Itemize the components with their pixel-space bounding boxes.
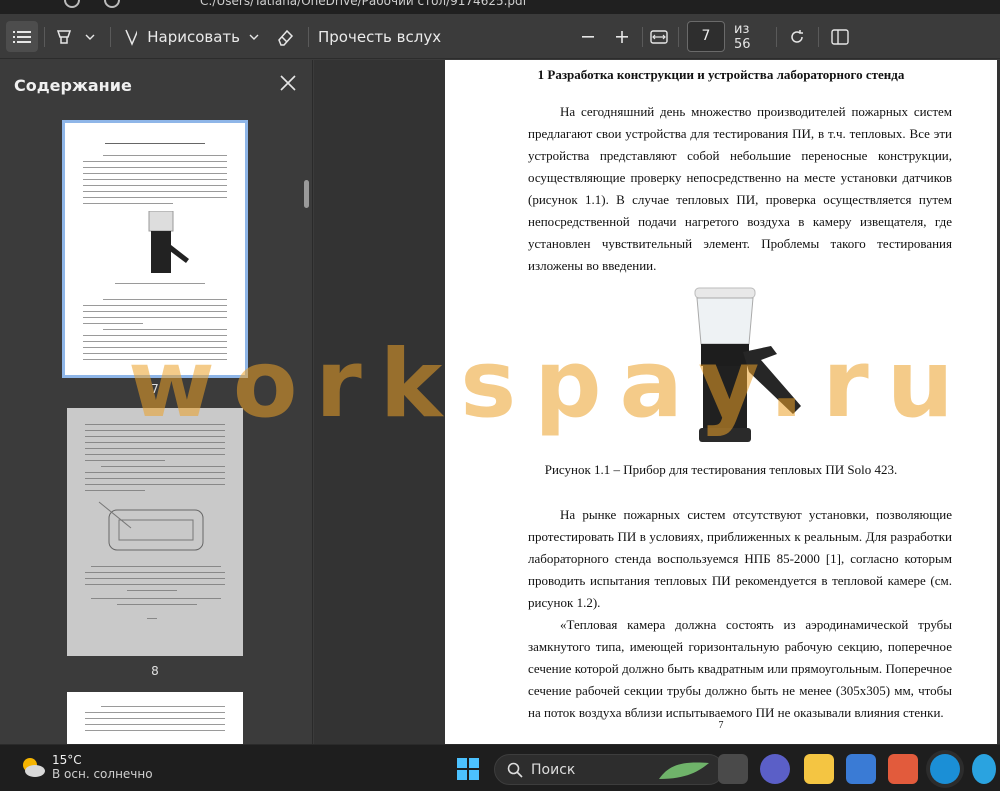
eraser-button[interactable] xyxy=(272,21,298,52)
paragraph: На сегодняшний день множество производит… xyxy=(528,104,952,273)
windows-start-icon[interactable] xyxy=(456,757,480,781)
draw-label: Нарисовать xyxy=(147,27,240,46)
paragraph: «Тепловая камера должна состоять из аэро… xyxy=(528,617,952,720)
chevron-down-icon xyxy=(249,34,259,40)
task-view-icon[interactable] xyxy=(718,754,748,784)
pen-icon xyxy=(125,29,138,46)
zoom-out-button[interactable] xyxy=(576,21,600,52)
store-icon[interactable] xyxy=(846,754,876,784)
draw-options-button[interactable] xyxy=(244,21,264,52)
thumbnail-diagram xyxy=(98,501,204,551)
sun-cloud-icon xyxy=(23,758,45,777)
pdf-toolbar: Нарисовать Прочесть вслух 7 из 56 xyxy=(0,14,1000,59)
read-aloud-button[interactable]: Прочесть вслух xyxy=(318,21,441,52)
two-page-icon xyxy=(831,28,849,45)
fit-width-icon xyxy=(650,29,668,44)
refresh-icon[interactable] xyxy=(104,0,120,8)
taskbar: 15°C В осн. солнечно Поиск xyxy=(0,744,1000,791)
highlighter-icon xyxy=(56,29,72,44)
rotate-icon xyxy=(791,29,803,43)
sidebar-scrollbar[interactable] xyxy=(304,180,309,208)
weather-status: В осн. солнечно xyxy=(52,767,153,781)
taskbar-search[interactable]: Поиск xyxy=(494,754,724,785)
highlight-button[interactable] xyxy=(52,21,76,52)
chevron-down-icon xyxy=(85,34,95,40)
weather-widget[interactable]: 15°C В осн. солнечно xyxy=(20,753,153,781)
thumbnail-figure xyxy=(148,211,189,273)
paragraph: На рынке пожарных систем отсутствуют уст… xyxy=(528,507,952,610)
read-aloud-label: Прочесть вслух xyxy=(318,27,442,46)
thumbnail-number: 8 xyxy=(151,664,159,678)
page-footer-number: 7 xyxy=(718,720,724,731)
file-explorer-icon[interactable] xyxy=(804,754,834,784)
teams-chat-icon[interactable] xyxy=(760,754,790,784)
window-titlebar: C:/Users/Tatiana/OneDrive/Рабочий стол/9… xyxy=(0,0,1000,14)
figure-caption: Рисунок 1.1 – Прибор для тестирования те… xyxy=(544,462,898,477)
search-label: Поиск xyxy=(531,761,576,778)
file-path: C:/Users/Tatiana/OneDrive/Рабочий стол/9… xyxy=(200,0,527,8)
list-icon xyxy=(13,30,31,43)
highlight-options-button[interactable] xyxy=(80,21,100,52)
edge-browser-icon[interactable] xyxy=(930,754,960,784)
telegram-icon[interactable] xyxy=(972,754,996,784)
thumbnail-page-9[interactable] xyxy=(67,692,243,744)
rotate-button[interactable] xyxy=(784,21,810,52)
back-icon[interactable] xyxy=(64,0,80,8)
zoom-in-button[interactable] xyxy=(610,21,634,52)
thumbnail-page-8[interactable] xyxy=(67,408,243,656)
plus-icon xyxy=(616,30,628,43)
close-icon[interactable] xyxy=(278,73,298,93)
page-view-button[interactable] xyxy=(826,21,854,52)
minus-icon xyxy=(582,35,594,38)
search-highlight-icon xyxy=(659,762,709,779)
eraser-icon xyxy=(278,29,294,46)
photos-icon[interactable] xyxy=(888,754,918,784)
temperature: 15°C xyxy=(52,753,82,767)
page-total: из 56 xyxy=(734,21,751,52)
section-heading: 1 Разработка конструкции и устройства ла… xyxy=(537,67,905,82)
page-number-input[interactable]: 7 xyxy=(687,21,725,52)
draw-button[interactable]: Нарисовать xyxy=(122,21,240,52)
search-icon xyxy=(507,762,523,778)
contents-toggle-button[interactable] xyxy=(6,21,38,52)
watermark: workspay.ru xyxy=(128,330,972,439)
sidebar-title: Содержание xyxy=(14,76,132,95)
fit-page-button[interactable] xyxy=(646,21,672,52)
